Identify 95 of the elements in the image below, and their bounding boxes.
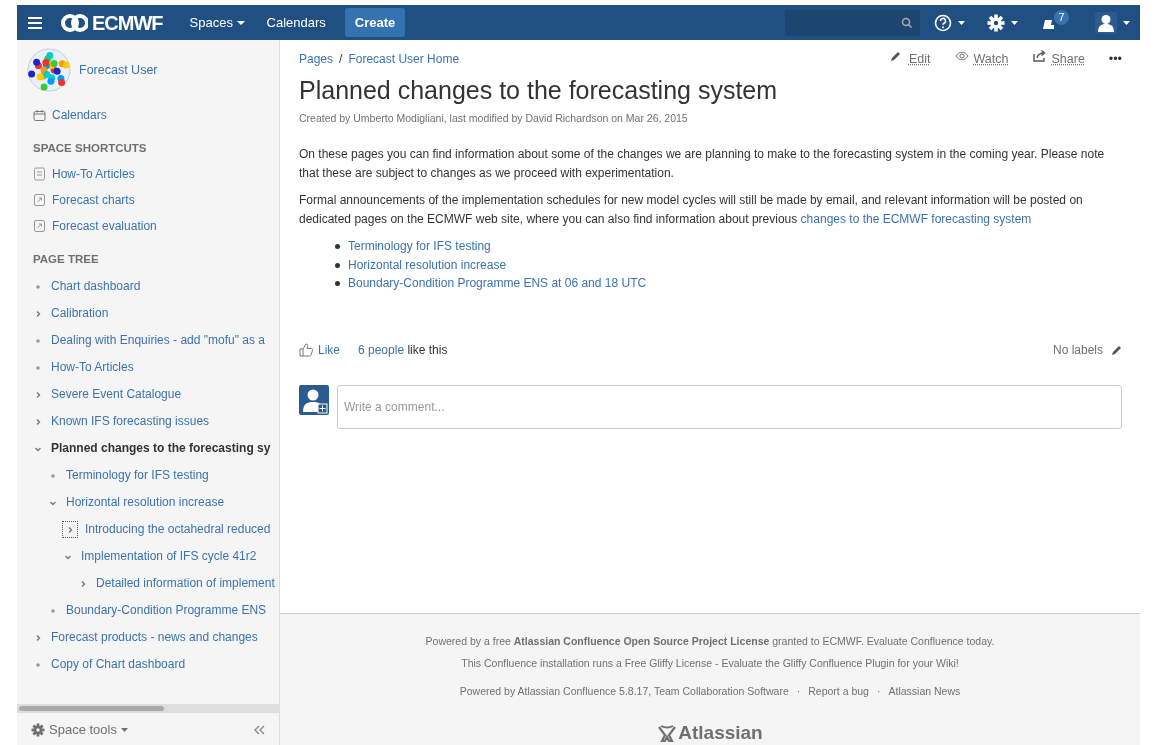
- footer-separator: ·: [876, 683, 881, 699]
- external-link-icon: [33, 219, 46, 234]
- help-icon[interactable]: [934, 13, 952, 32]
- bullet-icon: [34, 282, 42, 291]
- share-icon: [1032, 50, 1047, 62]
- expand-icon[interactable]: [79, 579, 87, 588]
- nav-link[interactable]: Calendars: [257, 6, 335, 39]
- byline: Created by Umberto Modigliani, last modified by David Richardson on Mar 26, 2015: [299, 110, 689, 126]
- page-tree-link[interactable]: Calibration: [51, 304, 109, 322]
- text-link[interactable]: changes to the ECMWF forecasting system: [800, 212, 1032, 227]
- calendar-icon: [33, 108, 46, 122]
- page-tree-link[interactable]: Implementation of IFS cycle 41r2: [81, 547, 257, 565]
- page-tree-link[interactable]: Boundary-Condition Programme ENS: [66, 601, 267, 619]
- menu-icon[interactable]: [27, 14, 43, 31]
- bullet-icon: [34, 363, 42, 372]
- atlassian-icon: [657, 725, 678, 742]
- bullet-icon: [34, 336, 42, 345]
- section-heading: SPACE SHORTCUTS: [33, 141, 148, 156]
- watch-button[interactable]: Watch: [954, 50, 1009, 69]
- space-tools-button[interactable]: Space tools: [31, 720, 128, 740]
- space-name-link[interactable]: Forecast User: [79, 60, 158, 80]
- likes-text: 6 people like this: [358, 342, 448, 360]
- nav-link[interactable]: Spaces: [180, 6, 254, 39]
- bullet-icon: [335, 262, 340, 268]
- user-avatar-icon[interactable]: [1095, 11, 1117, 34]
- page-link[interactable]: Horizontal resolution increase: [348, 255, 507, 275]
- page-title: Planned changes to the forecasting system: [299, 74, 779, 105]
- caret-icon[interactable]: [958, 20, 965, 25]
- thumbs-up-icon: [299, 343, 314, 358]
- labels-text: No labels: [1052, 342, 1103, 360]
- page-tree-link[interactable]: How-To Articles: [51, 358, 134, 376]
- page-link[interactable]: Terminology for IFS testing: [348, 237, 491, 256]
- eye-icon: [954, 50, 969, 62]
- settings-icon[interactable]: [987, 13, 1005, 32]
- settings-icon: [31, 723, 45, 737]
- bullet-icon: [34, 660, 42, 669]
- caret-icon: [120, 728, 128, 732]
- section-heading: PAGE TREE: [33, 252, 100, 268]
- page-tree-link[interactable]: Copy of Chart dashboard: [51, 655, 186, 673]
- breadcrumb-separator: /: [339, 51, 343, 69]
- search-field[interactable]: [785, 9, 920, 36]
- pencil-icon[interactable]: [1111, 344, 1122, 357]
- user-avatar-icon: [299, 385, 329, 416]
- footer-link[interactable]: Atlassian News: [888, 683, 961, 700]
- caret-icon[interactable]: [1011, 20, 1018, 25]
- page-tree-link[interactable]: Terminology for IFS testing: [66, 466, 209, 484]
- search-icon: [901, 17, 912, 28]
- collapse-sidebar-icon[interactable]: [254, 725, 265, 735]
- page-tree-link[interactable]: Dealing with Enquiries - add "mofu" as a: [51, 331, 265, 349]
- like-button[interactable]: Like: [299, 341, 340, 360]
- page-tree-link[interactable]: Planned changes to the forecasting sy: [51, 439, 271, 457]
- document-icon: [33, 167, 46, 182]
- page-tree-link[interactable]: Chart dashboard: [51, 277, 141, 295]
- paragraph: Formal announcements of the implementation schedules for new model cycles will still be made by email, and relevant information will be posted on dedicated pages on the ECMWF web site, where you can also find information about previous changes to the ECMWF forecasting system: [299, 191, 1084, 229]
- bullet-icon: [335, 281, 340, 287]
- expand-icon[interactable]: [34, 390, 42, 399]
- page-tree-link[interactable]: Severe Event Catalogue: [51, 385, 182, 403]
- horizontal-scrollbar[interactable]: [17, 704, 279, 713]
- edit-button[interactable]: Edit: [890, 50, 931, 69]
- calendars-link[interactable]: Calendars: [52, 106, 107, 124]
- bullet-icon: [335, 244, 340, 250]
- shortcut-link[interactable]: Forecast evaluation: [52, 217, 157, 236]
- footer-link[interactable]: Report a bug: [808, 683, 869, 700]
- footer-text: This Confluence installation runs a Free Gliffy License - Evaluate the Gliffy Confluence Plugin for your Wiki!: [460, 655, 960, 671]
- expand-icon[interactable]: [34, 633, 42, 642]
- bullet-icon: [49, 471, 57, 480]
- page-tree-link[interactable]: Detailed information of implement: [96, 574, 275, 592]
- more-button[interactable]: •••: [1108, 50, 1122, 69]
- page-tree-link[interactable]: Horizontal resolution increase: [66, 493, 225, 511]
- share-button[interactable]: Share: [1032, 50, 1085, 69]
- create-button[interactable]: Create: [344, 7, 406, 38]
- expand-icon[interactable]: [66, 525, 74, 534]
- page-tree-link[interactable]: Known IFS forecasting issues: [51, 412, 210, 430]
- expand-icon[interactable]: [34, 309, 42, 318]
- space-logo-icon[interactable]: [27, 48, 71, 92]
- expand-icon[interactable]: [34, 417, 42, 426]
- external-link-icon: [33, 193, 46, 208]
- comment-field[interactable]: Write a comment...: [337, 385, 1122, 430]
- page-tree-link[interactable]: Forecast products - news and changes: [51, 628, 258, 646]
- page-tree-link[interactable]: Introducing the octahedral reduced: [85, 520, 271, 538]
- notification-count: 7: [1054, 9, 1069, 25]
- footer-separator: ·: [796, 683, 801, 699]
- bullet-icon: [49, 606, 57, 615]
- page-link[interactable]: Boundary-Condition Programme ENS at 06 and 18 UTC: [348, 274, 647, 294]
- logo[interactable]: ECMWF: [92, 7, 163, 38]
- footer-text: Powered by a free Atlassian Confluence Open Source Project License granted to ECMWF. Evaluate Confluence today.: [424, 634, 996, 649]
- footer-link[interactable]: Powered by Atlassian Confluence 5.8.17, Team Collaboration Software: [459, 683, 789, 700]
- caret-icon[interactable]: [1123, 20, 1130, 25]
- breadcrumb-link[interactable]: Forecast User Home: [348, 50, 460, 69]
- paragraph: On these pages you can find information about some of the changes we are planning to make to the forecasting system in the coming year. Please note that these are subject to changes as we proceed with experimentation.: [299, 145, 1106, 182]
- atlassian-logo[interactable]: Atlassian: [657, 719, 763, 745]
- breadcrumb-link[interactable]: Pages: [299, 50, 334, 69]
- logo-icon: [61, 13, 88, 32]
- shortcut-link[interactable]: Forecast charts: [52, 191, 135, 210]
- shortcut-link[interactable]: How-To Articles: [52, 165, 135, 184]
